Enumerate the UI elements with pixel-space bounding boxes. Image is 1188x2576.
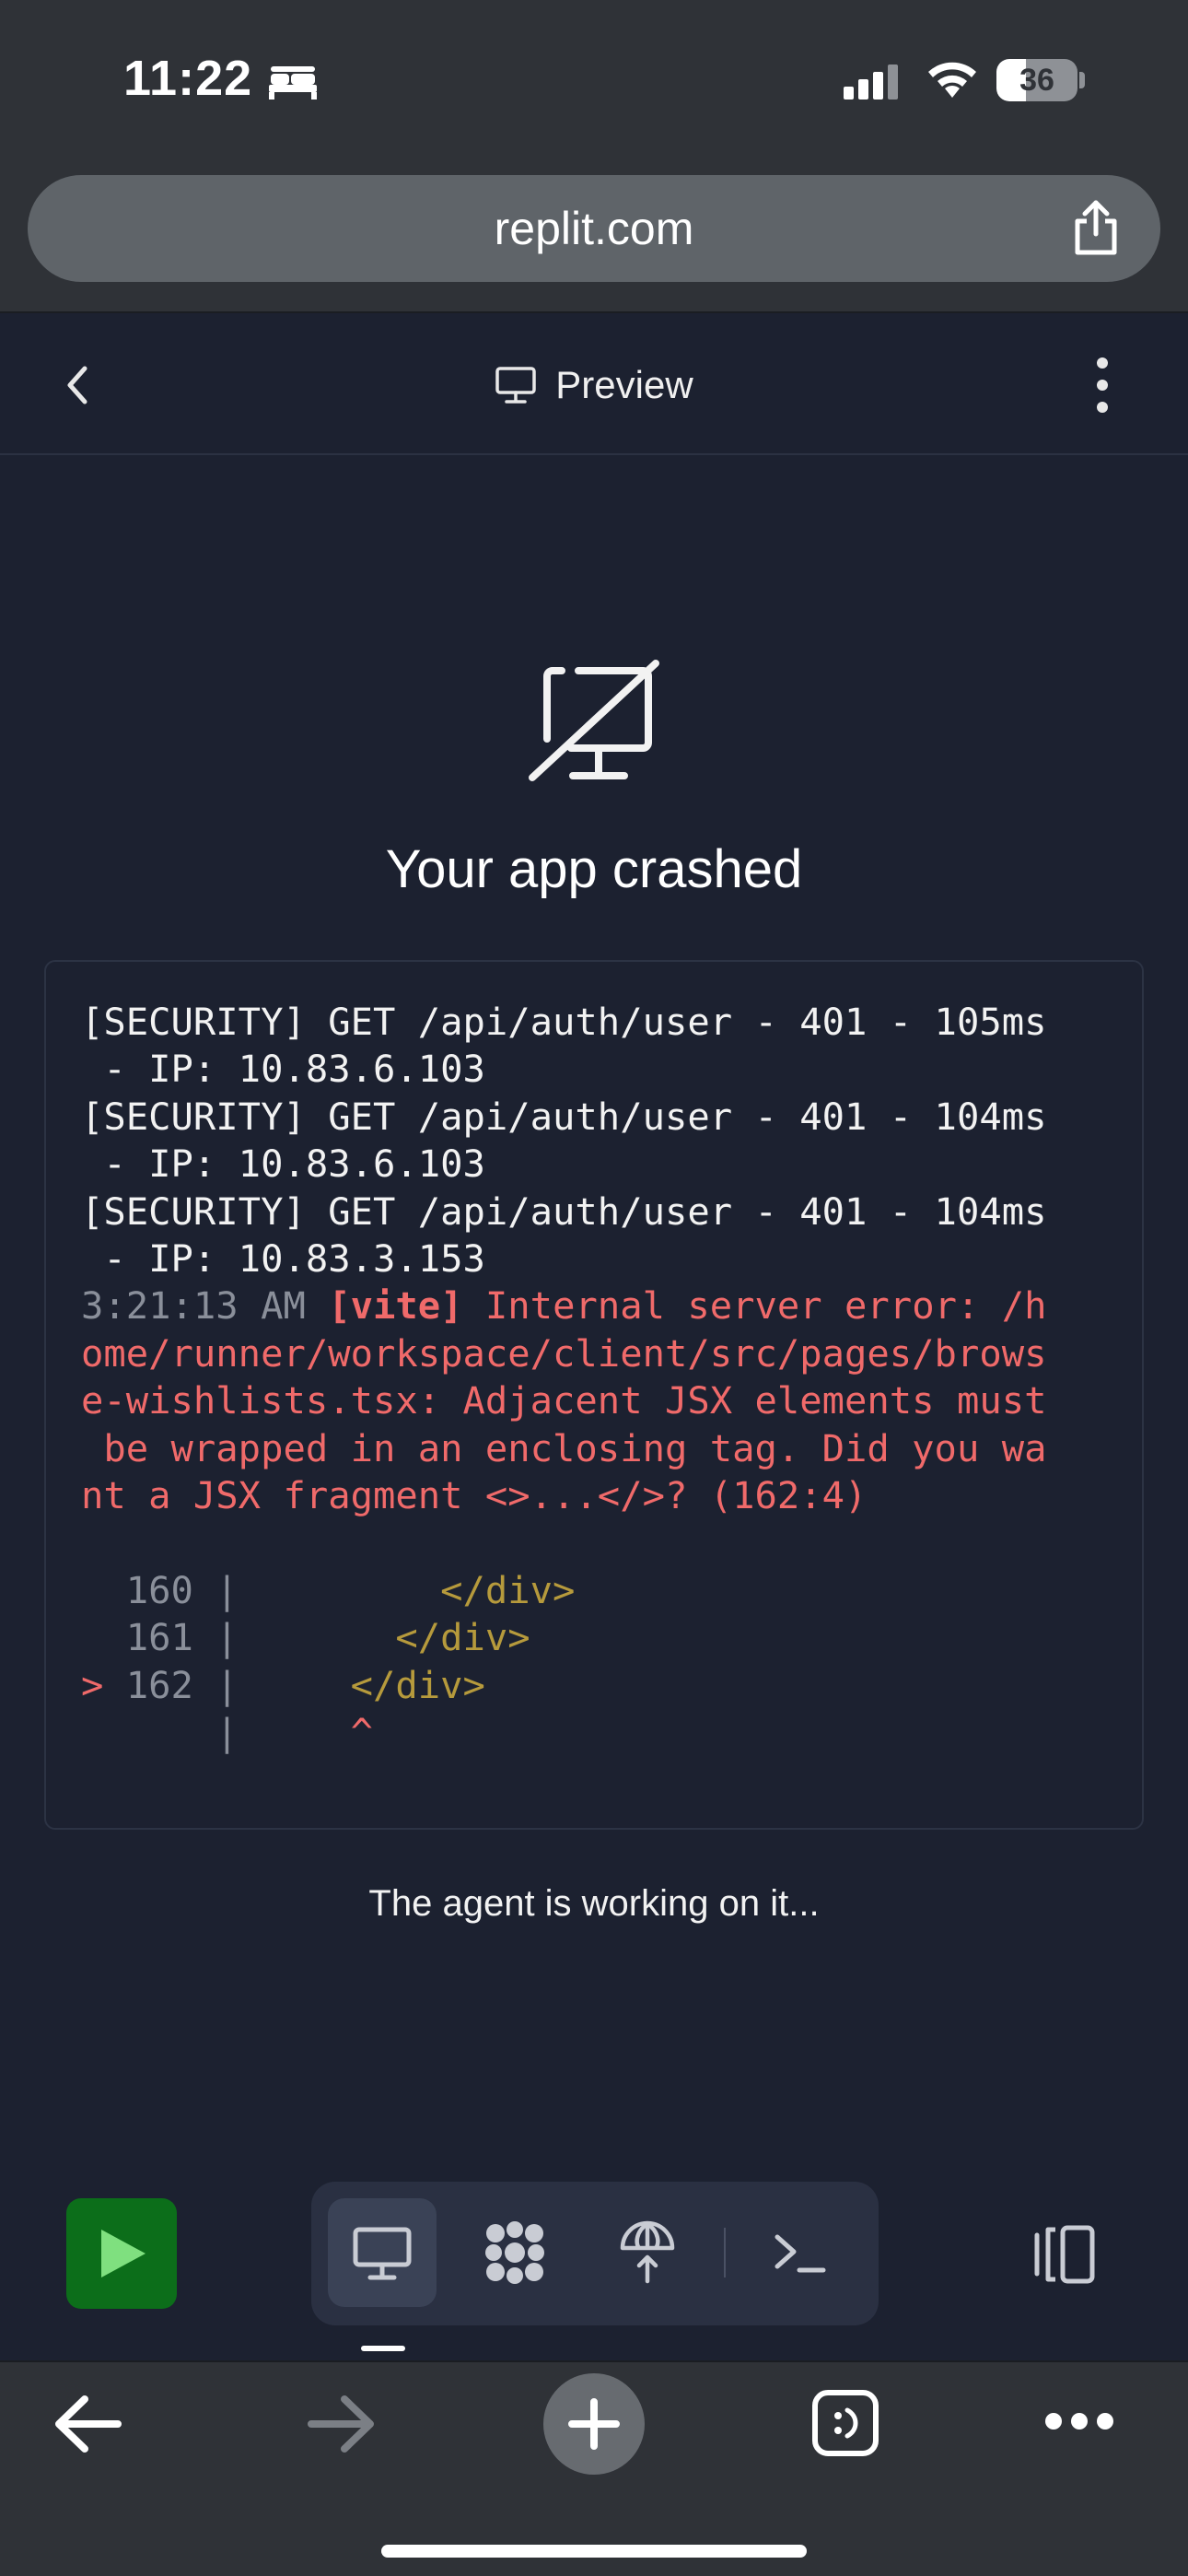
tab-deploy[interactable] xyxy=(593,2198,702,2307)
agent-status-message: The agent is working on it... xyxy=(368,1883,820,1924)
monitor-icon xyxy=(353,2227,412,2280)
log-segment: </div> xyxy=(261,1567,576,1612)
log-segment: [SECURITY] GET /api/auth/user - 401 - 10… xyxy=(81,1000,1047,1044)
log-line xyxy=(81,1519,1107,1566)
log-segment: 161 | xyxy=(81,1615,262,1660)
tab-preview[interactable] xyxy=(328,2198,437,2307)
crash-title: Your app crashed xyxy=(385,839,803,899)
log-segment: [SECURITY] GET /api/auth/user - 401 - 10… xyxy=(81,1188,1047,1234)
wifi-icon xyxy=(928,62,976,98)
arrow-left-icon[interactable] xyxy=(53,2394,123,2454)
deploy-icon xyxy=(620,2220,675,2284)
log-segment: ^ xyxy=(261,1710,373,1755)
split-pane-icon[interactable] xyxy=(1031,2222,1098,2287)
new-tab-button[interactable] xyxy=(543,2373,645,2475)
tab-shell[interactable] xyxy=(746,2198,855,2307)
log-line: - IP: 10.83.3.153 xyxy=(81,1235,1107,1282)
battery-percent: 36 xyxy=(1019,63,1054,98)
log-line: [SECURITY] GET /api/auth/user - 401 - 10… xyxy=(81,999,1107,1046)
agent-icon xyxy=(485,2221,544,2284)
log-segment: 160 | xyxy=(81,1567,262,1612)
log-line: e-wishlists.tsx: Adjacent JSX elements m… xyxy=(81,1377,1107,1424)
log-line: 160 | </div> xyxy=(81,1567,1107,1614)
address-bar[interactable]: replit.com xyxy=(28,175,1160,282)
log-line: > 162 | </div> xyxy=(81,1662,1107,1709)
log-segment xyxy=(81,1520,103,1564)
log-line: ome/runner/workspace/client/src/pages/br… xyxy=(81,1330,1107,1377)
log-segment: e-wishlists.tsx: Adjacent JSX elements m… xyxy=(81,1378,1047,1423)
log-line: - IP: 10.83.6.103 xyxy=(81,1046,1107,1093)
share-icon[interactable] xyxy=(1070,199,1122,256)
arrow-right-icon[interactable] xyxy=(306,2394,376,2454)
log-segment: 3:21:13 AM xyxy=(81,1283,329,1329)
more-horizontal-icon[interactable] xyxy=(1042,2410,1116,2432)
log-segment: - IP: 10.83.6.103 xyxy=(81,1142,485,1187)
monitor-off-icon xyxy=(529,660,659,781)
toolbar-divider xyxy=(724,2228,726,2277)
workspace-tool-switcher xyxy=(311,2182,879,2325)
tab-agent[interactable] xyxy=(460,2198,569,2307)
terminal-icon xyxy=(775,2234,826,2273)
log-line: [SECURITY] GET /api/auth/user - 401 - 10… xyxy=(81,1094,1107,1141)
cellular-signal-icon xyxy=(844,64,898,100)
run-button[interactable] xyxy=(66,2198,177,2309)
log-line: - IP: 10.83.6.103 xyxy=(81,1141,1107,1188)
log-line: 161 | </div> xyxy=(81,1614,1107,1661)
log-segment: [vite] xyxy=(328,1283,463,1329)
play-icon xyxy=(101,2230,146,2277)
preview-label: Preview xyxy=(555,363,693,406)
home-indicator xyxy=(381,2545,807,2558)
log-segment: [SECURITY] GET /api/auth/user - 401 - 10… xyxy=(81,1094,1047,1139)
log-segment: | xyxy=(81,1710,262,1755)
log-line: | ^ xyxy=(81,1709,1107,1756)
browser-bottom-bar xyxy=(0,2360,1188,2576)
log-line: 3:21:13 AM [vite] Internal server error:… xyxy=(81,1282,1107,1329)
log-line: [SECURITY] GET /api/auth/user - 401 - 10… xyxy=(81,1188,1107,1235)
log-segment: be wrapped in an enclosing tag. Did you … xyxy=(81,1425,1047,1470)
url-text: replit.com xyxy=(494,203,694,254)
log-segment: Internal server error: /h xyxy=(462,1283,1047,1329)
log-segment: </div> xyxy=(261,1615,530,1660)
battery-icon: 36 xyxy=(996,59,1085,101)
error-log: [SECURITY] GET /api/auth/user - 401 - 10… xyxy=(44,960,1144,1830)
tabs-icon[interactable] xyxy=(810,2388,880,2458)
active-tab-indicator xyxy=(361,2346,405,2351)
log-line: be wrapped in an enclosing tag. Did you … xyxy=(81,1425,1107,1472)
status-time: 11:22 xyxy=(123,51,253,106)
browser-top-bar: 11:22 36 replit.com xyxy=(0,0,1188,313)
monitor-icon xyxy=(495,367,537,404)
log-segment: ome/runner/workspace/client/src/pages/br… xyxy=(81,1330,1047,1376)
preview-title: Preview xyxy=(0,315,1188,455)
sleep-focus-icon xyxy=(269,66,317,100)
plus-icon xyxy=(568,2398,620,2450)
log-segment: </div> xyxy=(261,1662,485,1707)
log-segment: nt a JSX fragment <>...</>? (162:4) xyxy=(81,1473,868,1518)
preview-header: Preview xyxy=(0,315,1188,455)
more-vertical-icon[interactable] xyxy=(1096,357,1109,413)
log-line: nt a JSX fragment <>...</>? (162:4) xyxy=(81,1472,1107,1519)
log-segment: - IP: 10.83.3.153 xyxy=(81,1236,485,1282)
log-segment: 162 | xyxy=(125,1662,262,1707)
log-segment: > xyxy=(81,1662,126,1707)
log-segment: - IP: 10.83.6.103 xyxy=(81,1047,485,1092)
